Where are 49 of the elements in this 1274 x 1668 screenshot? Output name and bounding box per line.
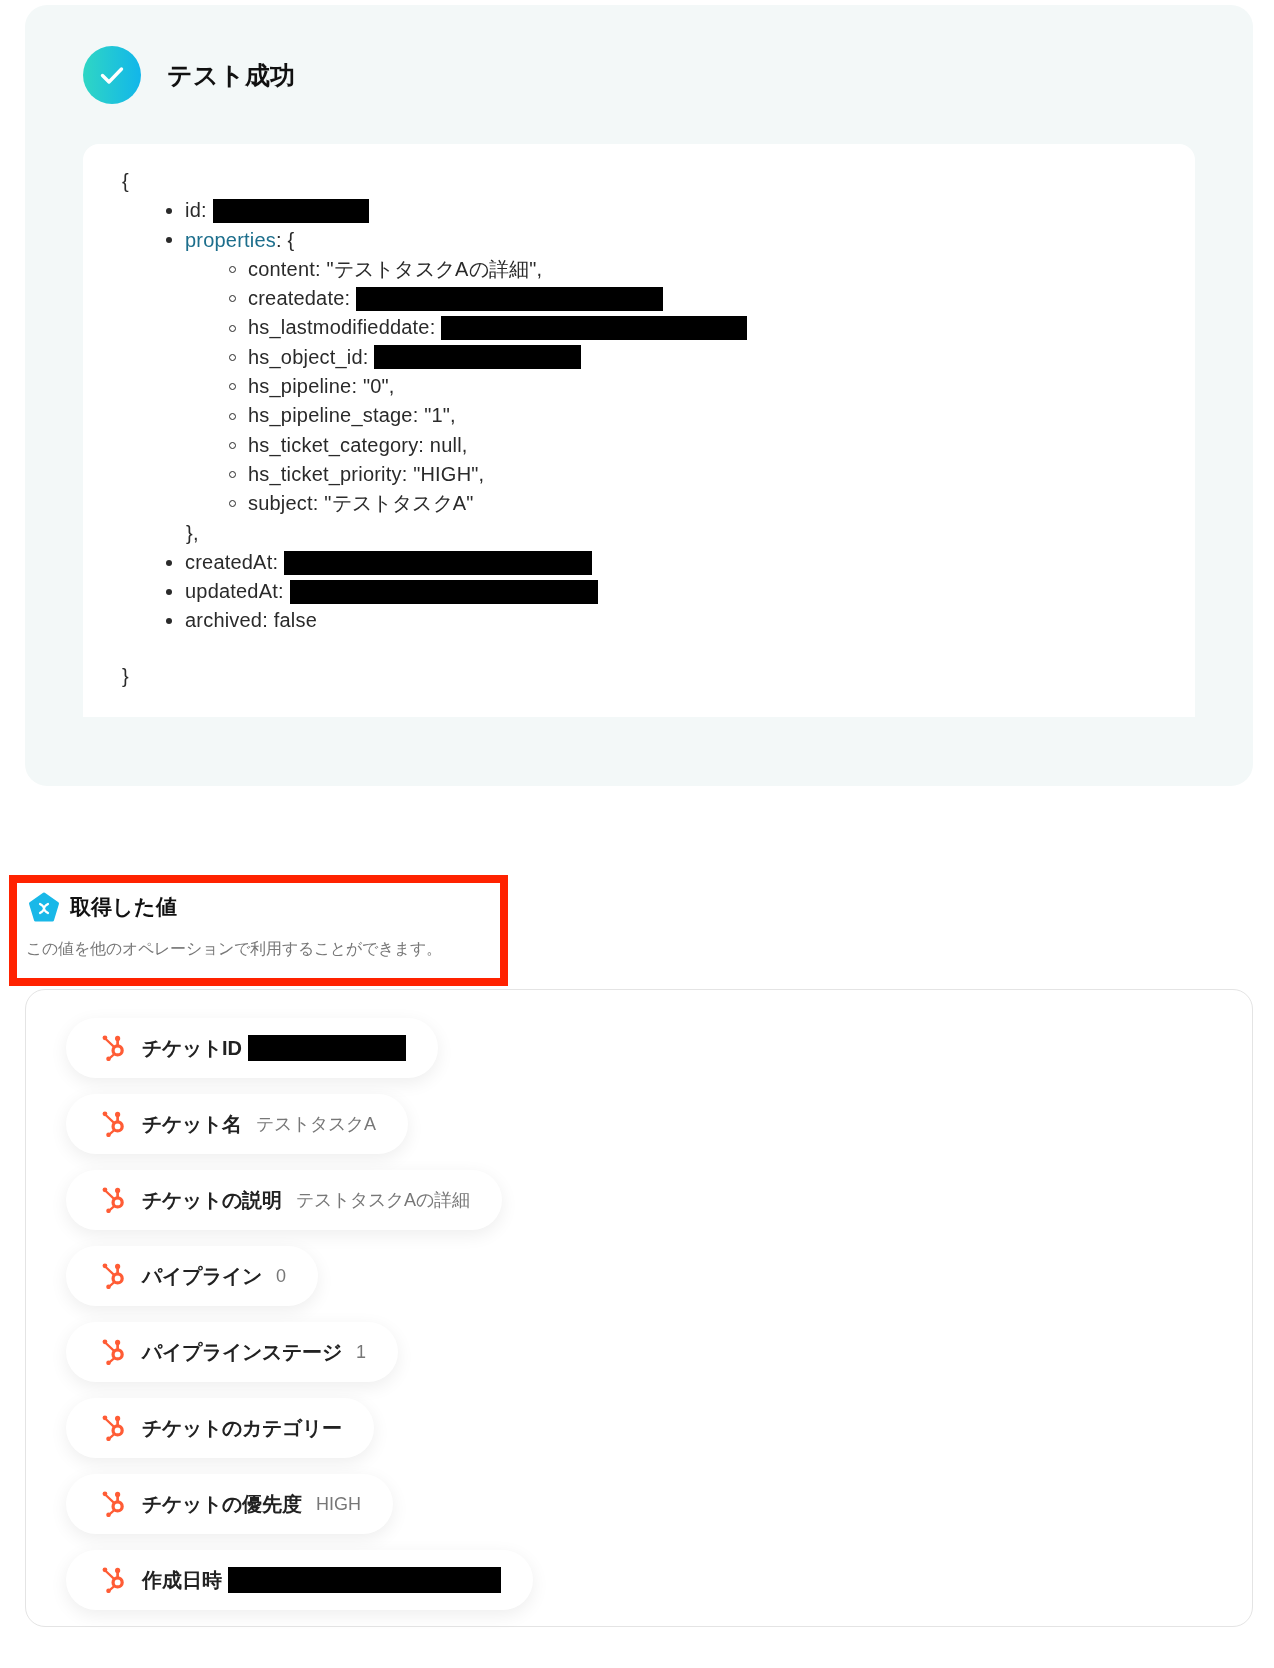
json-text: content: "テストタスクAの詳細", (248, 256, 543, 282)
sprocket-icon (102, 1263, 125, 1290)
result-title: テスト成功 (167, 59, 295, 91)
json-text: updatedAt: (185, 579, 284, 605)
json-brace: } (122, 663, 129, 689)
json-text: createdate: (248, 286, 351, 312)
sprocket-icon (102, 1415, 125, 1442)
json-text: hs_pipeline_stage: "1", (248, 403, 456, 429)
chip-value: 0 (276, 1265, 286, 1287)
json-brace: { (122, 169, 129, 194)
chip-value: 1 (356, 1341, 366, 1363)
bullet-icon (166, 559, 172, 566)
json-text: hs_ticket_priority: "HIGH", (248, 461, 485, 488)
chip-value: テストタスクA (256, 1113, 376, 1137)
chip-label: パイプラインステージ (142, 1339, 342, 1365)
sprocket-icon (102, 1035, 125, 1062)
bullet-icon (166, 618, 172, 625)
chip-label: チケットの優先度 (142, 1491, 302, 1517)
sprocket-icon (102, 1187, 125, 1214)
bullet-icon (166, 588, 172, 595)
chip-label: チケットの説明 (142, 1187, 282, 1213)
chip-value: テストタスクAの詳細 (296, 1189, 470, 1213)
json-brace: }, (186, 520, 199, 546)
json-text: archived: false (185, 608, 317, 634)
sprocket-icon (102, 1491, 125, 1518)
json-text: hs_ticket_category: null, (248, 432, 468, 459)
bullet-icon (166, 207, 172, 214)
json-text: hs_lastmodifieddate: (248, 315, 436, 341)
json-text: createdAt: (185, 549, 279, 575)
chip-label: 作成日時 (142, 1567, 222, 1593)
section-title: 取得した値 (70, 894, 177, 921)
sprocket-icon (102, 1567, 125, 1594)
json-key: properties (185, 225, 276, 255)
sprocket-icon (102, 1339, 125, 1366)
json-text: : { (275, 227, 295, 253)
chip-label: チケットのカテゴリー (142, 1415, 342, 1441)
chip-label: パイプライン (142, 1263, 262, 1289)
pentagon-icon (28, 891, 60, 924)
chip-value: HIGH (316, 1493, 361, 1515)
json-text: hs_object_id: (248, 344, 369, 371)
json-text: subject: "テストタスクA" (248, 491, 474, 517)
section-description: この値を他のオペレーションで利用することができます。 (26, 939, 443, 960)
check-icon (83, 46, 141, 104)
chip-label: チケットID (142, 1035, 242, 1061)
chip-label: チケット名 (142, 1111, 242, 1137)
sprocket-icon (102, 1111, 125, 1138)
json-text: id: (185, 198, 207, 224)
json-text: hs_pipeline: "0", (248, 374, 395, 400)
bullet-icon (166, 237, 172, 244)
